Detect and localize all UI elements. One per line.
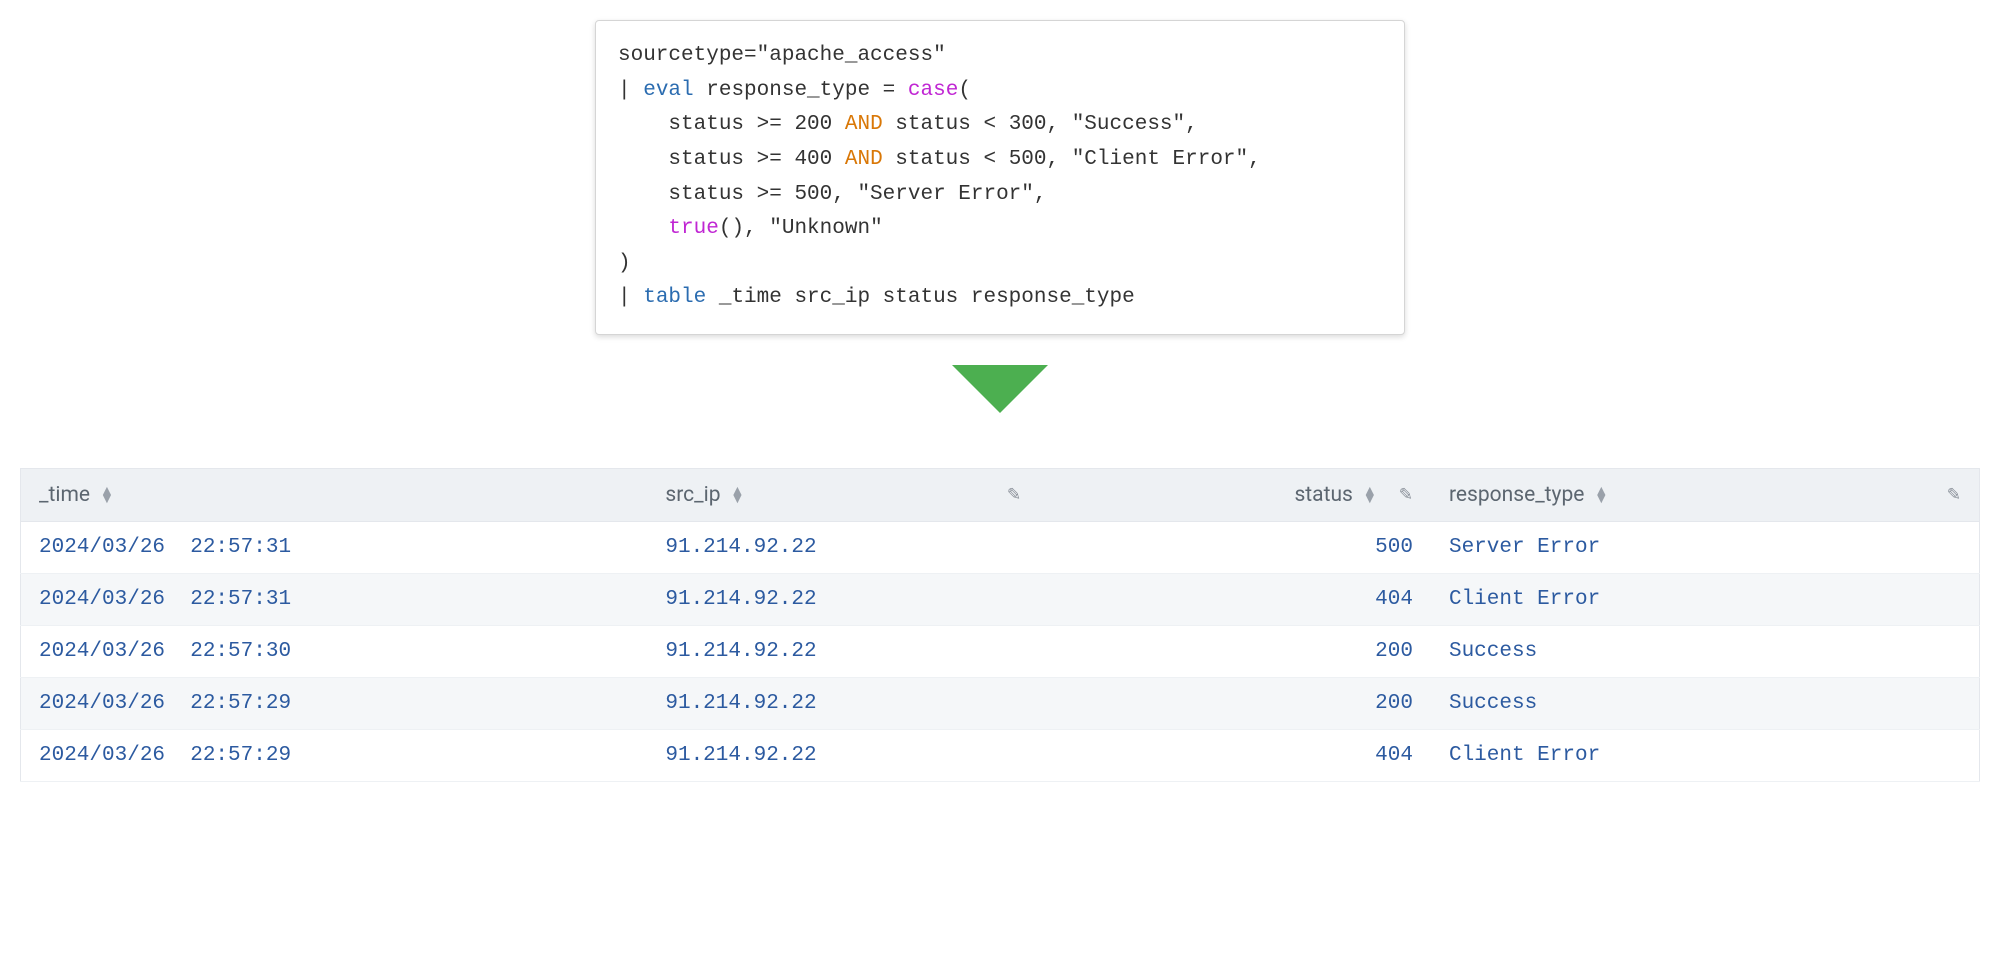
code-token: ) xyxy=(618,252,631,275)
column-header-response-type[interactable]: response_type ▲▼ ✎ xyxy=(1431,469,1980,522)
cell-status: 500 xyxy=(1039,522,1431,574)
column-header-src-ip[interactable]: src_ip ▲▼ ✎ xyxy=(647,469,1039,522)
cell-src-ip: 91.214.92.22 xyxy=(647,626,1039,678)
table-row[interactable]: 2024/03/26 22:57:30 91.214.92.22 200 Suc… xyxy=(21,626,1980,678)
cell-response-type: Success xyxy=(1431,626,1980,678)
code-token: status >= 400 xyxy=(668,148,844,171)
code-token: status >= 200 xyxy=(668,113,844,136)
code-token xyxy=(618,113,668,136)
code-token-case: case xyxy=(908,79,958,102)
code-token: sourcetype xyxy=(618,44,744,67)
table-row[interactable]: 2024/03/26 22:57:31 91.214.92.22 500 Ser… xyxy=(21,522,1980,574)
code-token: status < 300, "Success", xyxy=(883,113,1198,136)
code-token: _time src_ip status response_type xyxy=(706,286,1134,309)
code-token: status < 500, "Client Error", xyxy=(883,148,1261,171)
sort-icon[interactable]: ▲▼ xyxy=(1594,487,1608,504)
code-token: = xyxy=(744,44,757,67)
arrow-down-icon xyxy=(20,365,1980,413)
cell-status: 200 xyxy=(1039,678,1431,730)
cell-time: 2024/03/26 22:57:29 xyxy=(21,730,648,782)
code-token: ( xyxy=(958,79,971,102)
results-table: _time ▲▼ src_ip ▲▼ ✎ status ▲▼ ✎ xyxy=(20,468,1980,782)
column-label: _time xyxy=(39,483,90,507)
code-token: status >= 500, "Server Error", xyxy=(668,183,1046,206)
code-token: "apache_access" xyxy=(757,44,946,67)
cell-time: 2024/03/26 22:57:31 xyxy=(21,522,648,574)
cell-response-type: Client Error xyxy=(1431,574,1980,626)
code-token-eval: eval xyxy=(643,79,693,102)
column-header-status[interactable]: status ▲▼ ✎ xyxy=(1039,469,1431,522)
cell-time: 2024/03/26 22:57:31 xyxy=(21,574,648,626)
code-token xyxy=(618,183,668,206)
table-row[interactable]: 2024/03/26 22:57:31 91.214.92.22 404 Cli… xyxy=(21,574,1980,626)
code-token: (), "Unknown" xyxy=(719,217,883,240)
column-label: response_type xyxy=(1449,483,1584,507)
edit-column-icon[interactable]: ✎ xyxy=(1947,485,1961,505)
cell-status: 200 xyxy=(1039,626,1431,678)
cell-status: 404 xyxy=(1039,730,1431,782)
code-token-table: table xyxy=(643,286,706,309)
edit-column-icon[interactable]: ✎ xyxy=(1399,485,1413,505)
cell-response-type: Server Error xyxy=(1431,522,1980,574)
sort-icon[interactable]: ▲▼ xyxy=(100,487,114,504)
cell-src-ip: 91.214.92.22 xyxy=(647,574,1039,626)
code-token-and: AND xyxy=(845,113,883,136)
edit-column-icon[interactable]: ✎ xyxy=(1007,485,1021,505)
cell-src-ip: 91.214.92.22 xyxy=(647,730,1039,782)
code-token-true: true xyxy=(668,217,718,240)
column-label: src_ip xyxy=(665,483,720,507)
table-row[interactable]: 2024/03/26 22:57:29 91.214.92.22 404 Cli… xyxy=(21,730,1980,782)
cell-response-type: Success xyxy=(1431,678,1980,730)
code-token-and: AND xyxy=(845,148,883,171)
cell-status: 404 xyxy=(1039,574,1431,626)
code-token: response_type = xyxy=(694,79,908,102)
table-row[interactable]: 2024/03/26 22:57:29 91.214.92.22 200 Suc… xyxy=(21,678,1980,730)
search-query-box[interactable]: sourcetype="apache_access" | eval respon… xyxy=(595,20,1405,335)
cell-time: 2024/03/26 22:57:29 xyxy=(21,678,648,730)
cell-src-ip: 91.214.92.22 xyxy=(647,678,1039,730)
code-token xyxy=(618,148,668,171)
cell-src-ip: 91.214.92.22 xyxy=(647,522,1039,574)
column-label: status xyxy=(1294,483,1352,507)
cell-time: 2024/03/26 22:57:30 xyxy=(21,626,648,678)
sort-icon[interactable]: ▲▼ xyxy=(1363,487,1377,504)
cell-response-type: Client Error xyxy=(1431,730,1980,782)
code-token: | xyxy=(618,79,643,102)
code-token: | xyxy=(618,286,643,309)
code-token xyxy=(618,217,668,240)
sort-icon[interactable]: ▲▼ xyxy=(731,487,745,504)
column-header-time[interactable]: _time ▲▼ xyxy=(21,469,648,522)
